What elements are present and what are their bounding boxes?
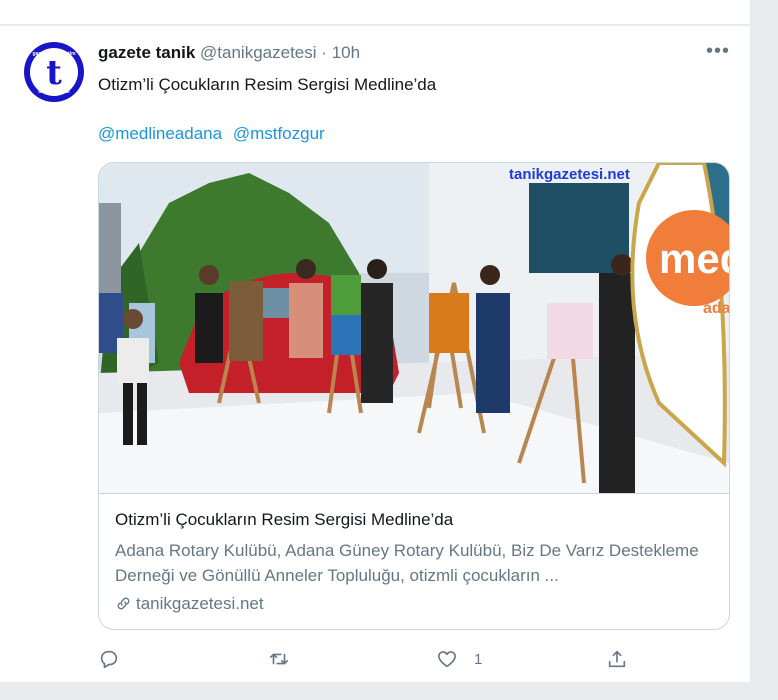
avatar[interactable]: t gazete ve yönetim tanikgazetesi [24, 42, 84, 102]
mentions: @medlineadana @mstfozgur [98, 124, 331, 144]
reply-icon [100, 650, 118, 669]
card-body[interactable]: Otizm’li Çocukların Resim Sergisi Medlin… [99, 493, 729, 629]
action-bar: 1 [98, 644, 658, 674]
share-icon [608, 650, 626, 668]
like-count: 1 [474, 650, 483, 668]
avatar-arc-bottom: tanikgazetesi [38, 89, 70, 95]
card-image[interactable]: medl ada tanikgazetesi.net [99, 163, 729, 493]
tweet-text: Otizm’li Çocukların Resim Sergisi Medlin… [98, 75, 437, 94]
tweet[interactable]: t gazete ve yönetim tanikgazetesi gazete… [0, 26, 751, 683]
flag-text: medl [659, 235, 729, 282]
flag-text-2: ada [703, 300, 729, 317]
share-button[interactable] [606, 644, 628, 674]
image-watermark: tanikgazetesi.net [509, 166, 630, 183]
like-button[interactable]: 1 [436, 644, 482, 674]
link-icon [117, 597, 130, 610]
mention-link[interactable]: @medlineadana [98, 124, 222, 143]
avatar-arc-top: gazete ve yönetim [32, 51, 76, 57]
more-options-icon[interactable]: ••• [706, 40, 730, 63]
card-title: Otizm’li Çocukların Resim Sergisi Medlin… [115, 510, 454, 529]
reply-button[interactable] [98, 644, 136, 674]
card-domain: tanikgazetesi.net [115, 594, 264, 614]
previous-tweet-edge [0, 0, 751, 25]
avatar-letter: t [46, 53, 62, 93]
handle[interactable]: @tanikgazetesi [200, 43, 317, 62]
tweet-header: gazete tanik @tanikgazetesi · 10h [98, 43, 360, 63]
timestamp[interactable]: 10h [332, 43, 360, 62]
retweet-button[interactable] [268, 644, 306, 674]
link-card[interactable]: medl ada tanikgazetesi.net Otizm’li Çocu… [98, 162, 730, 630]
display-name[interactable]: gazete tanik [98, 43, 195, 62]
mention-link[interactable]: @mstfozgur [233, 124, 325, 143]
card-domain-text: tanikgazetesi.net [136, 594, 264, 613]
separator: · [321, 43, 327, 62]
heart-icon [437, 651, 457, 668]
card-description: Adana Rotary Kulübü, Adana Güney Rotary … [115, 541, 699, 585]
retweet-icon [269, 653, 289, 665]
